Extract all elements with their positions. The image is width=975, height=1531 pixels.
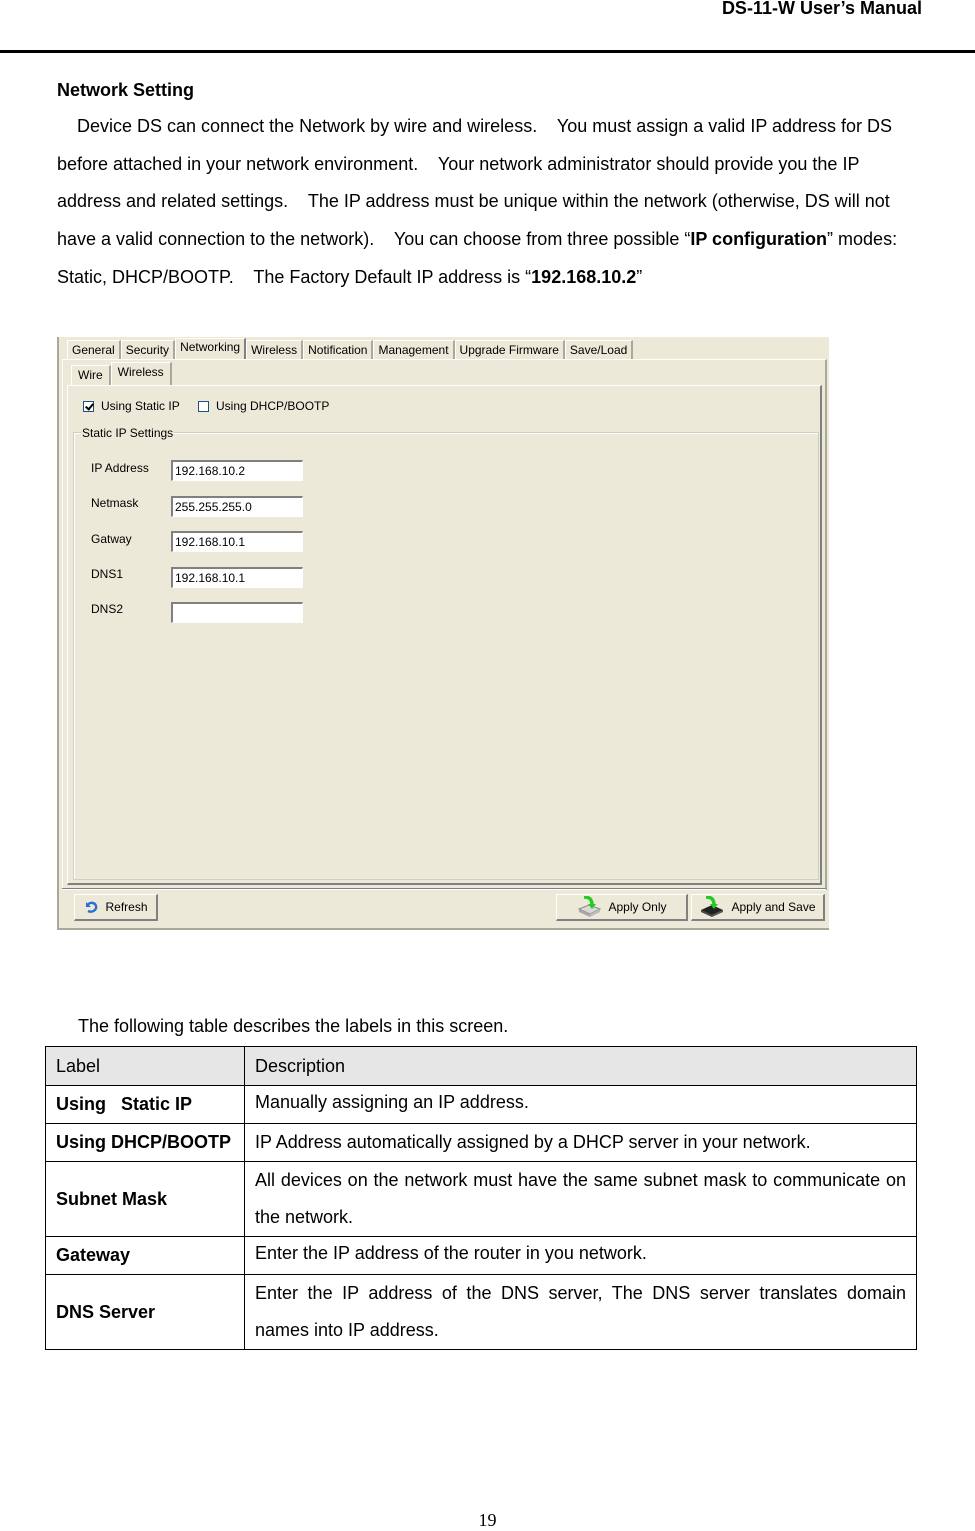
row-description: Enter the IP address of the router in yo… [244, 1236, 917, 1275]
row-label: Gateway [45, 1236, 245, 1275]
gateway-input[interactable] [171, 531, 303, 552]
dhcp-checkbox[interactable] [198, 400, 209, 412]
tab-wireless[interactable]: Wireless [246, 340, 304, 359]
row-description: IP Address automatically assigned by a D… [244, 1123, 917, 1162]
dialog-bottom-edge [59, 928, 829, 930]
apply-chip-icon [701, 896, 724, 917]
apply-and-save-label: Apply and Save [731, 900, 816, 914]
apply-drive-icon [578, 896, 602, 917]
subtab-wireless[interactable]: Wireless [110, 362, 172, 385]
netmask-label: Netmask [91, 496, 139, 510]
table-header-row: Label Description [45, 1046, 917, 1086]
tab-networking[interactable]: Networking [175, 338, 247, 359]
label-description-table: Label Description Using Static IP Manual… [45, 1046, 917, 1350]
table-row: Using DHCP/BOOTP IP Address automaticall… [45, 1123, 917, 1162]
refresh-icon [86, 901, 98, 913]
refresh-button[interactable]: Refresh [74, 894, 158, 921]
manual-title: DS-11-W User’s Manual [721, 0, 922, 18]
netmask-input[interactable] [171, 496, 303, 517]
apply-only-label: Apply Only [608, 900, 667, 914]
ip-address-label: IP Address [91, 461, 149, 475]
tab-save-load[interactable]: Save/Load [564, 340, 634, 359]
dns2-label: DNS2 [91, 602, 124, 616]
row-label: Subnet Mask [45, 1161, 245, 1237]
row-description: Manually assigning an IP address. [244, 1085, 917, 1124]
sub-tabs: Wire Wireless [71, 362, 172, 385]
row-label: DNS Server [45, 1274, 245, 1350]
ip-address-input[interactable] [171, 460, 303, 481]
intro-bold-default-ip: 192.168.10.2 [531, 266, 637, 287]
table-row: Gateway Enter the IP address of the rout… [45, 1236, 917, 1275]
tab-notification[interactable]: Notification [303, 340, 374, 359]
button-bar-separator [62, 888, 826, 890]
row-description: All devices on the network must have the… [244, 1161, 917, 1237]
gateway-label: Gatway [91, 532, 132, 546]
apply-and-save-button[interactable]: Apply and Save [691, 894, 825, 921]
column-header-description: Description [244, 1046, 917, 1086]
table-row: DNS Server Enter the IP address of the D… [45, 1274, 917, 1350]
dhcp-option[interactable]: Using DHCP/BOOTP [198, 399, 329, 413]
intro-bold-ip-config: IP configuration [690, 229, 828, 250]
static-ip-checkbox[interactable] [83, 400, 94, 412]
header-rule [0, 50, 975, 53]
row-label: Using DHCP/BOOTP [45, 1123, 245, 1162]
column-header-label: Label [45, 1046, 245, 1086]
dns1-label: DNS1 [91, 567, 124, 581]
row-label: Using Static IP [45, 1085, 245, 1124]
table-row: Subnet Mask All devices on the network m… [45, 1161, 917, 1237]
page-number: 19 [478, 1510, 497, 1530]
subtab-wire[interactable]: Wire [71, 365, 111, 385]
table-row: Using Static IP Manually assigning an IP… [45, 1085, 917, 1124]
network-settings-dialog: General Security Networking Wireless Not… [57, 337, 829, 930]
dhcp-label: Using DHCP/BOOTP [216, 399, 330, 413]
intro-paragraph: Device DS can connect the Network by wir… [57, 108, 917, 297]
main-tabs: General Security Networking Wireless Not… [67, 338, 634, 359]
apply-only-button[interactable]: Apply Only [556, 894, 688, 921]
tab-management[interactable]: Management [373, 340, 455, 359]
refresh-label: Refresh [105, 900, 148, 914]
tab-general[interactable]: General [67, 340, 121, 359]
row-description: Enter the IP address of the DNS server, … [244, 1274, 917, 1350]
dns2-input[interactable] [171, 602, 303, 623]
intro-text: ” [636, 266, 643, 287]
tab-upgrade-firmware[interactable]: Upgrade Firmware [454, 340, 565, 359]
tab-security[interactable]: Security [120, 340, 176, 359]
static-ip-option[interactable]: Using Static IP [83, 399, 180, 413]
section-title: Network Setting [57, 80, 195, 100]
dns1-input[interactable] [171, 567, 303, 588]
table-intro: The following table describes the labels… [78, 1016, 509, 1036]
group-title: Static IP Settings [81, 426, 175, 440]
static-ip-label: Using Static IP [101, 399, 180, 413]
